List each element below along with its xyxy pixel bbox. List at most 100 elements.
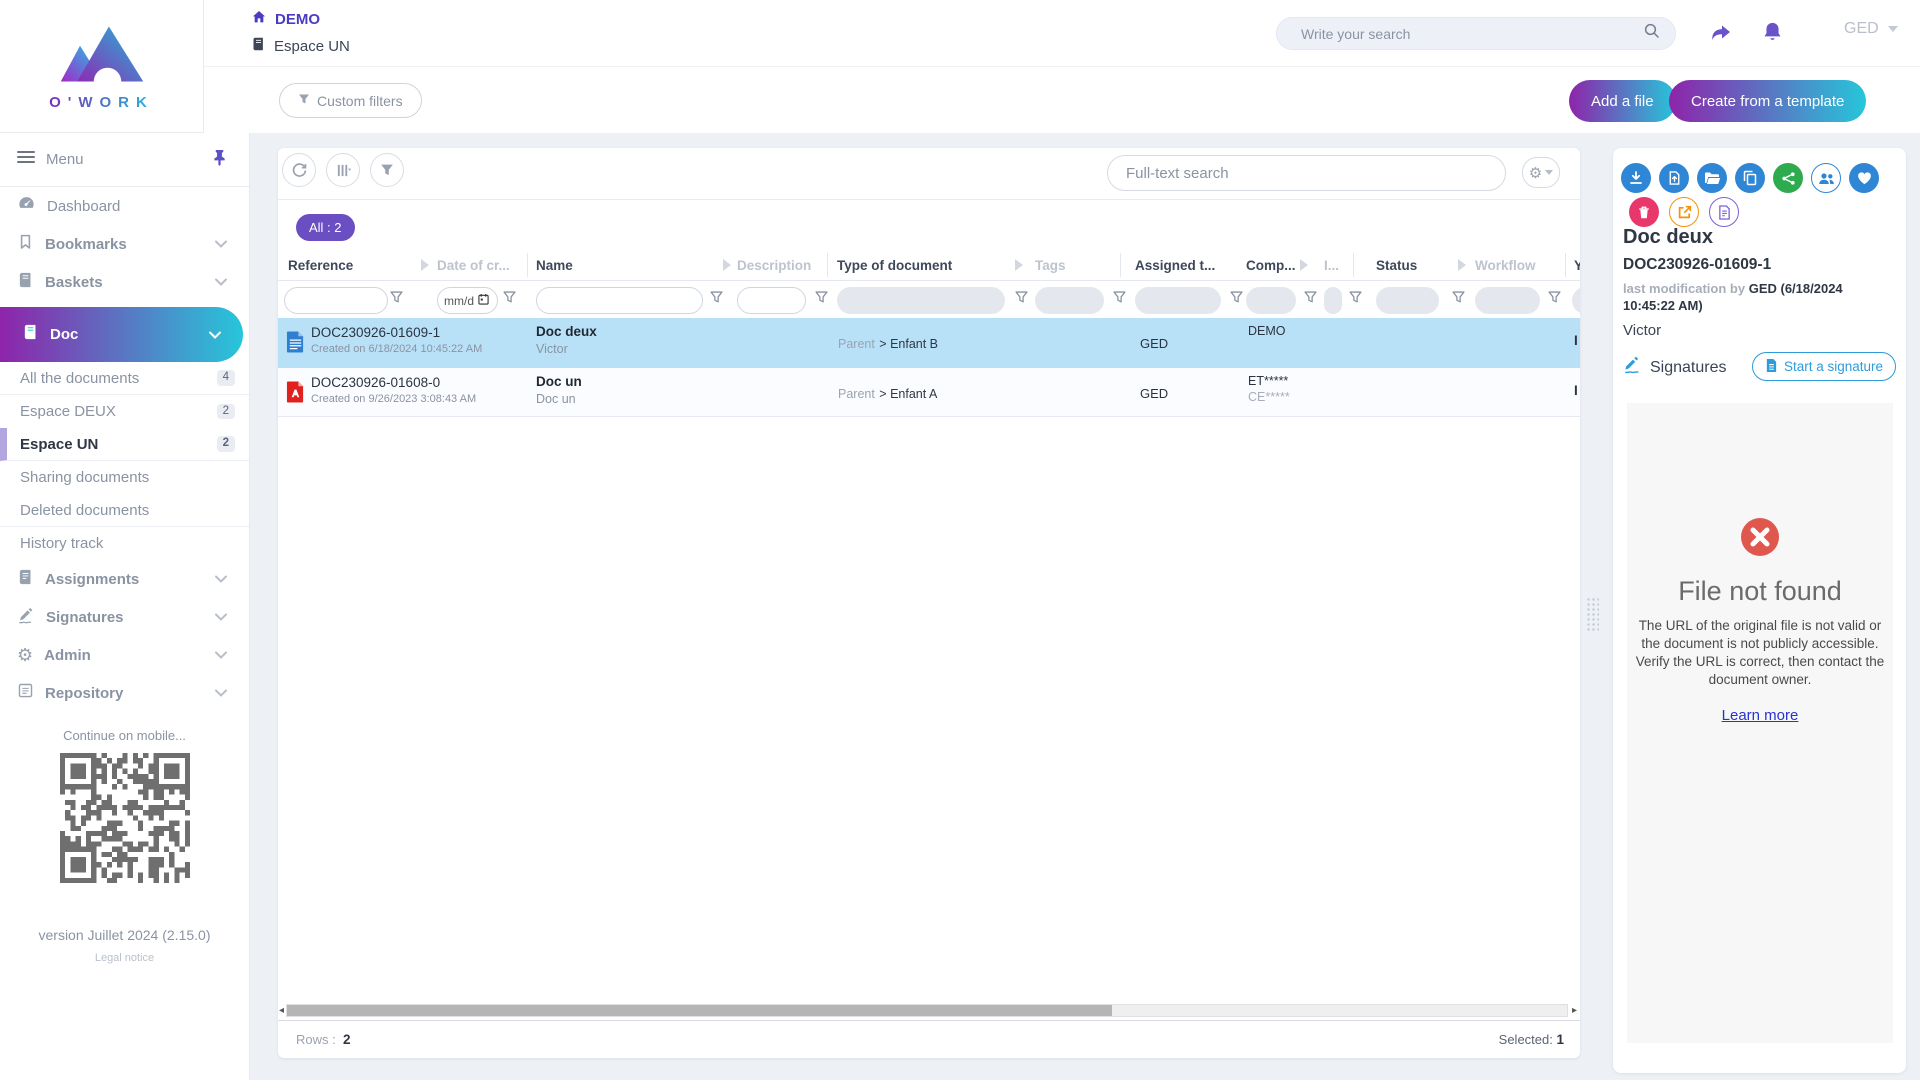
sort-arrow-icon[interactable] [421,259,429,271]
funnel-icon[interactable] [503,291,516,309]
bell-icon[interactable] [1761,20,1784,49]
filter-input-reference[interactable] [284,287,388,314]
filter-button[interactable] [370,153,404,187]
column-header-reference[interactable]: Reference [288,258,353,273]
sidebar-item-doc[interactable]: Doc [0,307,243,362]
breadcrumb-app[interactable]: DEMO [251,9,320,30]
scrollbar-thumb[interactable] [287,1005,1112,1016]
scroll-right-arrow[interactable]: ▸ [1572,1004,1577,1017]
filter-select-status[interactable] [1376,287,1439,314]
column-header-name[interactable]: Name [536,258,573,273]
funnel-icon[interactable] [1349,291,1362,309]
favorite-heart-icon[interactable] [1849,163,1879,193]
share-nodes-icon[interactable] [1773,163,1803,193]
sort-arrow-icon[interactable] [1458,259,1466,271]
sidebar-item-repository[interactable]: Repository [0,674,249,712]
filter-select-assigned[interactable] [1135,287,1221,314]
create-from-template-button[interactable]: Create from a template [1669,80,1866,122]
column-header-date[interactable]: Date of cr... [437,258,510,273]
sidebar-item-history-track[interactable]: History track [0,527,249,560]
filter-select-y[interactable] [1572,287,1580,314]
chevron-down-icon [209,326,221,344]
table-settings-button[interactable]: ⚙ [1522,157,1560,188]
filter-input-description[interactable] [737,287,806,314]
filter-select-i[interactable] [1324,287,1342,314]
sidebar-item-all-documents[interactable]: All the documents 4 [0,362,249,395]
column-header-workflow[interactable]: Workflow [1475,258,1536,273]
calendar-icon[interactable] [478,293,489,308]
filter-select-company[interactable] [1246,287,1296,314]
add-file-button[interactable]: Add a file [1569,80,1676,122]
column-header-description[interactable]: Description [737,258,811,273]
word-file-icon [286,330,305,359]
filter-select-tags[interactable] [1035,287,1104,314]
document-list-card: ⚙ All : 2 Reference Date of cr... Name D… [278,148,1580,1058]
sort-arrow-icon[interactable] [1300,259,1308,271]
funnel-icon[interactable] [1015,291,1028,309]
funnel-icon[interactable] [1113,291,1126,309]
sidebar-item-assignments[interactable]: Assignments [0,560,249,598]
app-logo[interactable]: O'WORK [0,0,204,133]
share-icon[interactable] [1709,21,1733,50]
filter-input-date[interactable]: mm/d [437,287,498,314]
fulltext-search-input[interactable] [1124,164,1489,183]
fulltext-search [1107,155,1506,191]
sidebar-item-espace-un[interactable]: Espace UN 2 [0,428,249,461]
horizontal-scrollbar[interactable] [286,1004,1568,1017]
column-header-type[interactable]: Type of document [837,258,952,273]
funnel-icon[interactable] [1452,291,1465,309]
users-icon[interactable] [1811,163,1841,193]
column-header-company[interactable]: Comp... [1246,258,1296,273]
sidebar-item-dashboard[interactable]: Dashboard [0,187,249,225]
sort-arrow-icon[interactable] [723,259,731,271]
sidebar-item-baskets[interactable]: Baskets [0,263,249,301]
funnel-icon[interactable] [710,291,723,309]
sidebar-item-admin[interactable]: ⚙ Admin [0,636,249,674]
breadcrumb-space[interactable]: Espace UN [251,36,350,57]
sidebar-item-deleted-documents[interactable]: Deleted documents [0,494,249,527]
tab-all[interactable]: All : 2 [296,214,355,241]
column-header-tags[interactable]: Tags [1035,258,1066,273]
column-header-y[interactable]: Y [1574,258,1580,273]
table-row[interactable]: DOC230926-01609-1 Created on 6/18/2024 1… [278,318,1580,368]
sidebar-item-espace-deux[interactable]: Espace DEUX 2 [0,395,249,428]
filter-select-workflow[interactable] [1475,287,1540,314]
trash-icon[interactable] [1629,197,1659,227]
funnel-icon[interactable] [390,291,403,309]
custom-filters-button[interactable]: Custom filters [279,83,422,118]
upload-version-icon[interactable] [1659,163,1689,193]
funnel-icon[interactable] [815,291,828,309]
panel-resize-handle[interactable] [1586,597,1599,631]
user-menu[interactable]: GED [1844,20,1898,38]
funnel-icon[interactable] [1304,291,1317,309]
search-icon[interactable] [1643,22,1661,45]
column-header-assigned[interactable]: Assigned t... [1135,258,1215,273]
funnel-icon[interactable] [1548,291,1561,309]
menu-toggle[interactable]: Menu [0,133,249,187]
sidebar-item-signatures[interactable]: Signatures [0,598,249,636]
legal-notice-link[interactable]: Legal notice [0,952,249,964]
pin-icon[interactable] [212,149,227,171]
sidebar-item-sharing-documents[interactable]: Sharing documents [0,461,249,494]
column-header-status[interactable]: Status [1376,258,1417,273]
filter-input-name[interactable] [536,287,703,314]
hamburger-icon[interactable] [17,150,35,169]
start-signature-button[interactable]: Start a signature [1752,352,1896,381]
open-external-icon[interactable] [1669,197,1699,227]
sidebar-item-bookmarks[interactable]: Bookmarks [0,225,249,263]
copy-icon[interactable] [1735,163,1765,193]
refresh-button[interactable] [282,153,316,187]
columns-button[interactable] [326,153,360,187]
filter-select-type[interactable] [837,287,1005,314]
signature-doc-icon [1765,358,1778,376]
funnel-icon[interactable] [1230,291,1243,309]
table-row[interactable]: DOC230926-01608-0 Created on 9/26/2023 3… [278,368,1580,417]
open-folder-icon[interactable] [1697,163,1727,193]
learn-more-link[interactable]: Learn more [1722,707,1799,724]
document-icon[interactable] [1709,197,1739,227]
global-search-input[interactable] [1299,25,1643,43]
column-header-i[interactable]: I... [1324,258,1339,273]
sort-arrow-icon[interactable] [1015,259,1023,271]
download-icon[interactable] [1621,163,1651,193]
scroll-left-arrow[interactable]: ◂ [279,1004,284,1017]
